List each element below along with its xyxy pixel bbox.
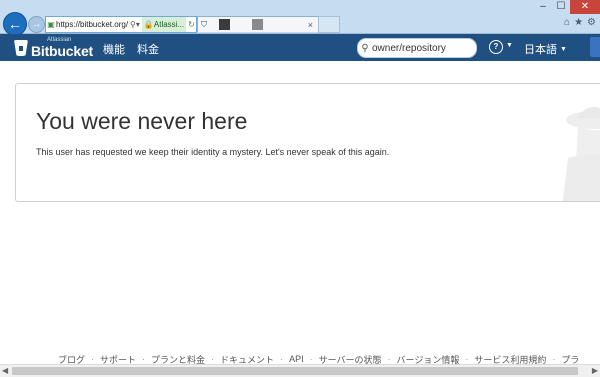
message-card: You were never here This user has reques…: [15, 83, 600, 202]
spy-illustration-icon: [562, 107, 600, 201]
bitbucket-logo[interactable]: Atlassian Bitbucket: [14, 36, 102, 60]
maximize-icon[interactable]: ☐: [552, 0, 570, 14]
site-name: Atlassi...: [153, 20, 185, 29]
nav-features-link[interactable]: 機能: [103, 41, 125, 57]
chevron-down-icon: ▼: [506, 42, 513, 49]
redacted-block: [219, 19, 230, 30]
nav-pricing-link[interactable]: 料金: [137, 41, 159, 57]
forward-arrow-icon[interactable]: →: [28, 16, 45, 33]
address-url[interactable]: https://bitbucket.org/: [56, 17, 128, 32]
scroll-thumb[interactable]: [12, 367, 578, 375]
page-description: This user has requested we keep their id…: [36, 147, 390, 157]
page-icon: ▣: [47, 20, 55, 29]
logo-text: Bitbucket: [31, 43, 93, 59]
bucket-icon: [14, 40, 28, 56]
settings-gear-icon[interactable]: ⚙: [587, 17, 596, 28]
language-label: 日本語: [524, 44, 557, 56]
help-menu[interactable]: ? ▼: [489, 40, 513, 54]
repository-search[interactable]: ⚲ owner/repository: [357, 38, 477, 58]
language-menu[interactable]: 日本語 ▼: [524, 41, 567, 57]
window-controls: – ☐ ✕: [534, 0, 600, 14]
search-icon: ⚲: [361, 42, 369, 54]
browser-tab[interactable]: ⛉ ×: [197, 16, 319, 32]
chevron-down-icon: ▼: [560, 46, 567, 53]
home-icon[interactable]: ⌂: [564, 17, 570, 28]
address-bar[interactable]: ▣ https://bitbucket.org/ ⚲▾ 🔒Atlassi... …: [45, 16, 197, 33]
horizontal-scrollbar[interactable]: ◀ ▶: [0, 364, 600, 377]
help-icon: ?: [489, 40, 503, 54]
scroll-right-icon[interactable]: ▶: [592, 366, 598, 375]
new-tab-button[interactable]: [318, 16, 340, 33]
favorites-star-icon[interactable]: ★: [574, 17, 583, 28]
scroll-left-icon[interactable]: ◀: [2, 366, 8, 375]
window-close-icon[interactable]: ✕: [570, 0, 600, 14]
browser-toolbar-icons: ⌂ ★ ⚙: [564, 17, 596, 28]
tab-close-icon[interactable]: ×: [308, 20, 313, 30]
site-header: Atlassian Bitbucket 機能 料金 ⚲ owner/reposi…: [0, 34, 600, 61]
search-input[interactable]: owner/repository: [372, 43, 446, 54]
bitbucket-favicon-icon: ⛉: [201, 19, 207, 29]
security-site-label[interactable]: 🔒Atlassi...: [141, 17, 187, 32]
page-title: You were never here: [36, 108, 248, 134]
search-icon[interactable]: ⚲▾: [128, 17, 142, 32]
browser-chrome: – ☐ ✕ ← → ▣ https://bitbucket.org/ ⚲▾ 🔒A…: [0, 0, 600, 36]
minimize-icon[interactable]: –: [534, 0, 552, 14]
footer-link-api[interactable]: API: [289, 354, 304, 364]
redacted-block: [252, 19, 263, 30]
header-edge-button[interactable]: [590, 37, 600, 57]
reload-icon[interactable]: ↻: [186, 17, 195, 32]
back-arrow-icon[interactable]: ←: [3, 12, 27, 36]
